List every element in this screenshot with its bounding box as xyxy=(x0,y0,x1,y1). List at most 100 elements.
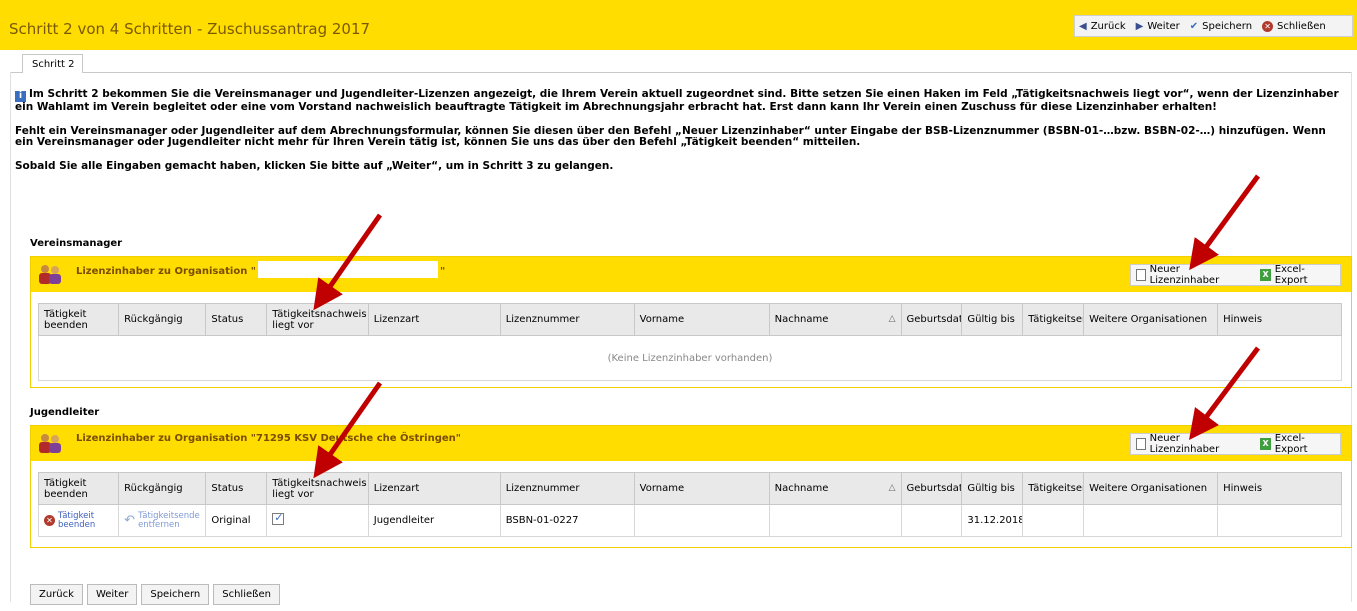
excel-export-button[interactable]: X Excel-Export xyxy=(1260,264,1335,286)
cell-geburtsdatum xyxy=(900,504,963,537)
section-label-jugendleiter: Jugendleiter xyxy=(30,407,100,418)
col-header[interactable]: Gültig bis xyxy=(961,472,1024,505)
remove-activity-end-link[interactable]: ↶ Tätigkeitsende entfernen xyxy=(124,511,200,530)
col-header[interactable]: Tätigkeit beenden xyxy=(37,472,120,505)
panel-header: Lizenzinhaber zu Organisation " " Neuer L… xyxy=(31,257,1351,292)
title-bar: Schritt 2 von 4 Schritten - Zuschussantr… xyxy=(0,0,1357,50)
excel-icon: X xyxy=(1260,438,1271,450)
col-header[interactable]: Tätigkeitsen xyxy=(1022,303,1085,336)
next-button[interactable]: ▶ Weiter xyxy=(1136,21,1180,32)
panel-vereinsmanager: Lizenzinhaber zu Organisation " " Neuer L… xyxy=(30,256,1352,388)
bottom-back-button[interactable]: Zurück xyxy=(30,584,83,605)
bottom-save-button[interactable]: Speichern xyxy=(141,584,210,605)
col-header[interactable]: Tätigkeitsnachweis liegt vor xyxy=(266,472,369,505)
save-button[interactable]: ✔ Speichern xyxy=(1190,21,1252,32)
col-header[interactable]: Rückgängig xyxy=(118,303,207,336)
excel-export-button[interactable]: X Excel-Export xyxy=(1260,433,1335,455)
close-button[interactable]: ✕ Schließen xyxy=(1262,20,1326,32)
col-header[interactable]: Geburtsdatu xyxy=(900,472,963,505)
end-activity-link[interactable]: ✕ Tätigkeit beenden xyxy=(44,511,113,530)
new-license-holder-button[interactable]: Neuer Lizenzinhaber xyxy=(1136,264,1248,286)
cell-lizenzart: Jugendleiter xyxy=(367,504,501,537)
col-header[interactable]: Geburtsdatu xyxy=(900,303,963,336)
section-label-vereinsmanager: Vereinsmanager xyxy=(30,238,123,249)
cell-nachweis xyxy=(266,504,369,537)
save-check-icon: ✔ xyxy=(1189,20,1199,32)
next-icon: ▶ xyxy=(1135,20,1144,32)
back-button[interactable]: ◀ Zurück xyxy=(1079,21,1126,32)
col-header[interactable]: Weitere Organisationen xyxy=(1083,472,1219,505)
new-license-holder-button[interactable]: Neuer Lizenzinhaber xyxy=(1136,433,1248,455)
redacted-org-name xyxy=(258,261,439,278)
bottom-close-button[interactable]: Schließen xyxy=(213,584,280,605)
cell-lizenznummer: BSBN-01-0227 xyxy=(499,504,635,537)
document-icon xyxy=(1136,269,1146,281)
col-header[interactable]: Lizenzart xyxy=(367,472,501,505)
close-label: Schließen xyxy=(1277,20,1326,32)
col-header[interactable]: Lizenznummer xyxy=(499,303,635,336)
empty-message: (Keine Lizenzinhaber vorhanden) xyxy=(38,335,1342,381)
col-header[interactable]: Lizenznummer xyxy=(499,472,635,505)
col-header[interactable]: Status xyxy=(205,472,268,505)
info-paragraph-1: i Im Schritt 2 bekommen Sie die Vereinsma… xyxy=(15,88,1339,113)
col-header[interactable]: Status xyxy=(205,303,268,336)
col-header[interactable]: Rückgängig xyxy=(118,472,207,505)
close-icon: ✕ xyxy=(1262,20,1274,32)
col-header-nachname[interactable]: Nachname △ xyxy=(768,472,902,505)
cell-nachname xyxy=(768,504,902,537)
panel-actions: Neuer Lizenzinhaber X Excel-Export xyxy=(1130,264,1341,286)
document-icon xyxy=(1136,438,1146,450)
cancel-circle-icon: ✕ xyxy=(44,515,55,526)
info-paragraph-2: Fehlt ein Vereinsmanager oder Jugendleit… xyxy=(15,124,1326,148)
cell-undo: ↶ Tätigkeitsende entfernen xyxy=(118,504,207,537)
col-header[interactable]: Gültig bis xyxy=(961,303,1024,336)
people-icon xyxy=(39,265,61,284)
col-header[interactable]: Vorname xyxy=(633,472,770,505)
undo-icon: ↶ xyxy=(124,513,136,528)
panel-title: Lizenzinhaber zu Organisation " " xyxy=(76,261,445,278)
cell-taetigkeitsende xyxy=(1022,504,1085,537)
cell-status: Original xyxy=(205,504,268,537)
col-header[interactable]: Tätigkeitsen xyxy=(1022,472,1085,505)
cell-gueltig-bis: 31.12.2018 xyxy=(961,504,1024,537)
panel-header: Lizenzinhaber zu Organisation "71295 KSV… xyxy=(31,426,1351,461)
sort-icon: △ xyxy=(888,483,896,493)
cell-weitere-organisationen xyxy=(1083,504,1219,537)
cell-end-activity: ✕ Tätigkeit beenden xyxy=(37,504,120,537)
top-toolbar: ◀ Zurück ▶ Weiter ✔ Speichern ✕ Schließe… xyxy=(1074,15,1353,37)
panel-actions: Neuer Lizenzinhaber X Excel-Export xyxy=(1130,433,1341,455)
col-header[interactable]: Hinweis xyxy=(1217,303,1342,336)
panel-title: Lizenzinhaber zu Organisation "71295 KSV… xyxy=(76,433,461,444)
info-text: i Im Schritt 2 bekommen Sie die Vereinsma… xyxy=(15,88,1345,184)
cell-hinweis xyxy=(1217,504,1342,537)
table-header-row: Tätigkeit beenden Rückgängig Status Täti… xyxy=(37,303,1342,336)
tab-schritt-2[interactable]: Schritt 2 xyxy=(22,54,83,73)
bottom-button-bar: Zurück Weiter Speichern Schließen xyxy=(30,584,280,605)
back-label: Zurück xyxy=(1090,20,1126,32)
bottom-next-button[interactable]: Weiter xyxy=(86,584,138,605)
col-header[interactable]: Tätigkeitsnachweis liegt vor xyxy=(266,303,369,336)
back-icon: ◀ xyxy=(1079,20,1087,32)
table-row: (Keine Lizenzinhaber vorhanden) xyxy=(38,335,1342,381)
sort-icon: △ xyxy=(888,314,896,324)
save-label: Speichern xyxy=(1202,20,1253,32)
next-label: Weiter xyxy=(1147,20,1180,32)
col-header[interactable]: Weitere Organisationen xyxy=(1083,303,1219,336)
window-title: Schritt 2 von 4 Schritten - Zuschussantr… xyxy=(9,20,371,38)
checkbox-checked-icon[interactable] xyxy=(272,511,285,525)
col-header[interactable]: Lizenzart xyxy=(367,303,501,336)
table-row: ✕ Tätigkeit beenden ↶ Tätigkeitsende entfe… xyxy=(37,504,1342,537)
col-header-nachname[interactable]: Nachname △ xyxy=(768,303,902,336)
panel-jugendleiter: Lizenzinhaber zu Organisation "71295 KSV… xyxy=(30,425,1352,548)
excel-icon: X xyxy=(1260,269,1271,281)
license-table: Tätigkeit beenden Rückgängig Status Täti… xyxy=(37,472,1342,537)
license-table: Tätigkeit beenden Rückgängig Status Täti… xyxy=(37,303,1342,381)
info-paragraph-3: Sobald Sie alle Eingaben gemacht haben, … xyxy=(15,159,614,172)
col-header[interactable]: Tätigkeit beenden xyxy=(37,303,120,336)
people-icon xyxy=(39,434,61,453)
col-header[interactable]: Hinweis xyxy=(1217,472,1342,505)
tab-strip: Schritt 2 xyxy=(0,50,1357,73)
table-header-row: Tätigkeit beenden Rückgängig Status Täti… xyxy=(37,472,1342,505)
col-header[interactable]: Vorname xyxy=(633,303,770,336)
cell-vorname xyxy=(633,504,770,537)
